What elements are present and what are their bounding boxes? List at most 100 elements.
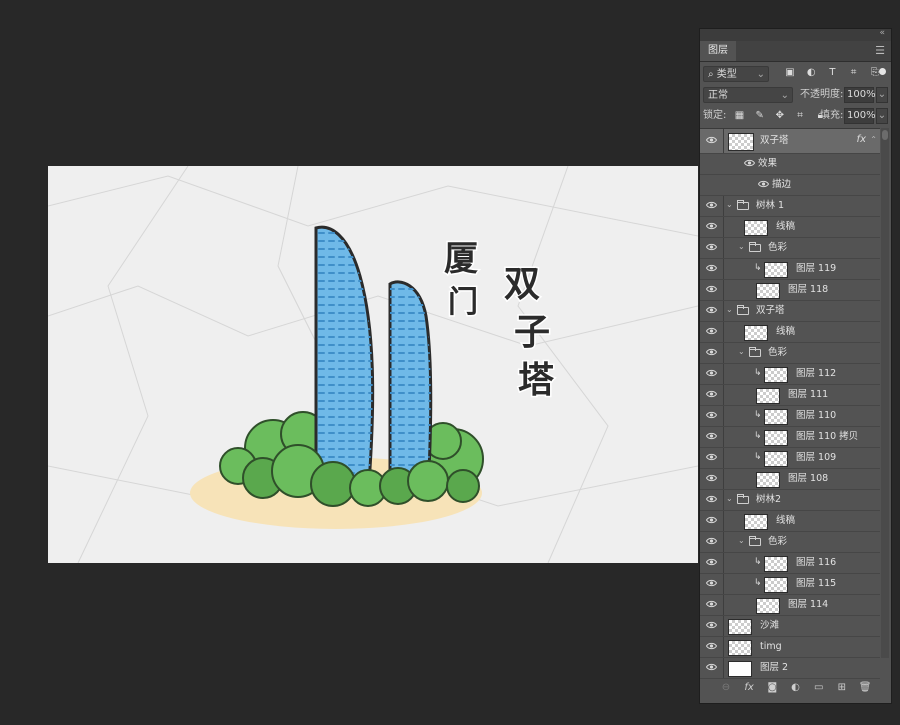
divider: [723, 637, 724, 657]
layer-name: timg: [760, 641, 782, 652]
blend-mode-select[interactable]: 正常 ⌄: [703, 87, 793, 103]
new-layer-icon[interactable]: ⊞: [832, 679, 852, 697]
eye-icon[interactable]: [706, 285, 717, 295]
eye-icon[interactable]: [706, 201, 717, 211]
link-icon[interactable]: ⊖: [716, 679, 736, 697]
adjustment-icon[interactable]: ◐: [786, 679, 806, 697]
chevron-down-icon[interactable]: ⌄: [726, 494, 733, 503]
layer-row[interactable]: 图层 108: [700, 469, 880, 490]
layer-group-row[interactable]: ⌄ 色彩: [700, 532, 880, 553]
layer-row[interactable]: timg: [700, 637, 880, 658]
lock-transparency-icon[interactable]: ▦: [731, 108, 748, 124]
layer-row[interactable]: 图层 118: [700, 280, 880, 301]
mask-icon[interactable]: ◙: [762, 679, 782, 697]
eye-icon[interactable]: [706, 537, 717, 547]
eye-icon[interactable]: [706, 390, 717, 400]
filter-toggle[interactable]: [879, 68, 886, 75]
layer-row[interactable]: 线稿: [700, 217, 880, 238]
fx-icon[interactable]: fx: [739, 679, 759, 697]
eye-icon[interactable]: [706, 579, 717, 589]
chevron-down-icon[interactable]: ⌄: [738, 347, 745, 356]
chevron-down-icon[interactable]: ⌄: [726, 200, 733, 209]
fx-badge-icon[interactable]: fx: [857, 134, 866, 145]
layer-row[interactable]: ↳ 图层 116: [700, 553, 880, 574]
document-canvas[interactable]: 厦 门 双 子 塔: [48, 166, 698, 563]
eye-icon[interactable]: [706, 264, 717, 274]
lock-artboard-icon[interactable]: ⌗: [792, 108, 809, 124]
shape-filter-icon[interactable]: ⌗: [845, 67, 863, 78]
layer-group-row[interactable]: ⌄ 双子塔: [700, 301, 880, 322]
collapse-icon[interactable]: «: [879, 28, 885, 38]
eye-icon[interactable]: [706, 136, 717, 146]
eye-icon[interactable]: [706, 558, 717, 568]
eye-icon[interactable]: [706, 411, 717, 421]
layer-row[interactable]: 沙滩: [700, 616, 880, 637]
layer-row[interactable]: 线稿: [700, 322, 880, 343]
layer-group-row[interactable]: ⌄ 色彩: [700, 343, 880, 364]
eye-icon[interactable]: [706, 222, 717, 232]
fill-input[interactable]: 100%: [844, 108, 876, 124]
layer-row[interactable]: 图层 111: [700, 385, 880, 406]
layer-row[interactable]: 图层 2: [700, 658, 880, 679]
layer-row[interactable]: 双子塔 fx ⌃: [700, 129, 880, 154]
eye-icon[interactable]: [706, 453, 717, 463]
eye-icon[interactable]: [706, 663, 717, 673]
layer-group-row[interactable]: ⌄ 树林2: [700, 490, 880, 511]
opacity-input[interactable]: 100%: [844, 87, 876, 103]
eye-icon[interactable]: [757, 180, 770, 188]
eye-icon[interactable]: [706, 474, 717, 484]
eye-icon[interactable]: [706, 432, 717, 442]
fill-dropdown[interactable]: ⌄: [876, 108, 888, 124]
layer-effect-name: 效果: [758, 158, 778, 169]
eye-icon[interactable]: [706, 495, 717, 505]
layer-effect-row[interactable]: 效果: [700, 154, 880, 175]
eye-icon[interactable]: [743, 159, 756, 167]
chevron-down-icon[interactable]: ⌄: [738, 536, 745, 545]
chevron-down-icon[interactable]: ⌄: [726, 305, 733, 314]
lock-pixels-icon[interactable]: ✎: [751, 108, 768, 124]
eye-icon[interactable]: [706, 348, 717, 358]
menu-lines-icon[interactable]: ☰: [875, 44, 885, 57]
clipping-arrow-icon: ↳: [754, 368, 762, 378]
folder-icon[interactable]: ▭: [809, 679, 829, 697]
twin-towers: [314, 225, 433, 498]
adjustment-filter-icon[interactable]: ◐: [802, 67, 820, 78]
layer-row[interactable]: ↳ 图层 109: [700, 448, 880, 469]
image-filter-icon[interactable]: ▣: [781, 67, 799, 78]
chevron-up-icon[interactable]: ⌃: [870, 135, 877, 144]
layer-name: 图层 109: [796, 452, 837, 463]
divider: [723, 385, 724, 405]
divider: [723, 364, 724, 384]
eye-icon[interactable]: [706, 306, 717, 316]
layer-row[interactable]: ↳ 图层 115: [700, 574, 880, 595]
lock-position-icon[interactable]: ✥: [771, 108, 788, 124]
eye-icon[interactable]: [706, 642, 717, 652]
trash-icon[interactable]: 🗑︎: [855, 679, 875, 697]
divider: [723, 259, 724, 279]
eye-icon[interactable]: [706, 369, 717, 379]
layer-effect-row[interactable]: 描边: [700, 175, 880, 196]
layer-group-row[interactable]: ⌄ 色彩: [700, 238, 880, 259]
layer-row[interactable]: ↳ 图层 110 拷贝: [700, 427, 880, 448]
filter-kind-select[interactable]: ⌕ 类型 ⌄: [703, 66, 769, 82]
layer-name: 图层 115: [796, 578, 837, 589]
eye-icon[interactable]: [706, 243, 717, 253]
type-filter-icon[interactable]: T: [823, 67, 841, 78]
layer-group-row[interactable]: ⌄ 树林 1: [700, 196, 880, 217]
layer-row[interactable]: ↳ 图层 110: [700, 406, 880, 427]
layer-list-scrollbar[interactable]: [881, 128, 889, 658]
eye-icon[interactable]: [706, 621, 717, 631]
tab-layers[interactable]: 图层: [700, 41, 736, 61]
opacity-dropdown[interactable]: ⌄: [876, 87, 888, 103]
scroll-thumb[interactable]: [882, 130, 888, 140]
layer-row[interactable]: ↳ 图层 112: [700, 364, 880, 385]
eye-icon[interactable]: [706, 327, 717, 337]
chevron-down-icon[interactable]: ⌄: [738, 242, 745, 251]
layer-row[interactable]: ↳ 图层 119: [700, 259, 880, 280]
eye-icon[interactable]: [706, 600, 717, 610]
layer-thumbnail: [728, 619, 752, 635]
layer-row[interactable]: 图层 114: [700, 595, 880, 616]
layer-name: 双子塔: [760, 135, 789, 146]
eye-icon[interactable]: [706, 516, 717, 526]
layer-row[interactable]: 线稿: [700, 511, 880, 532]
